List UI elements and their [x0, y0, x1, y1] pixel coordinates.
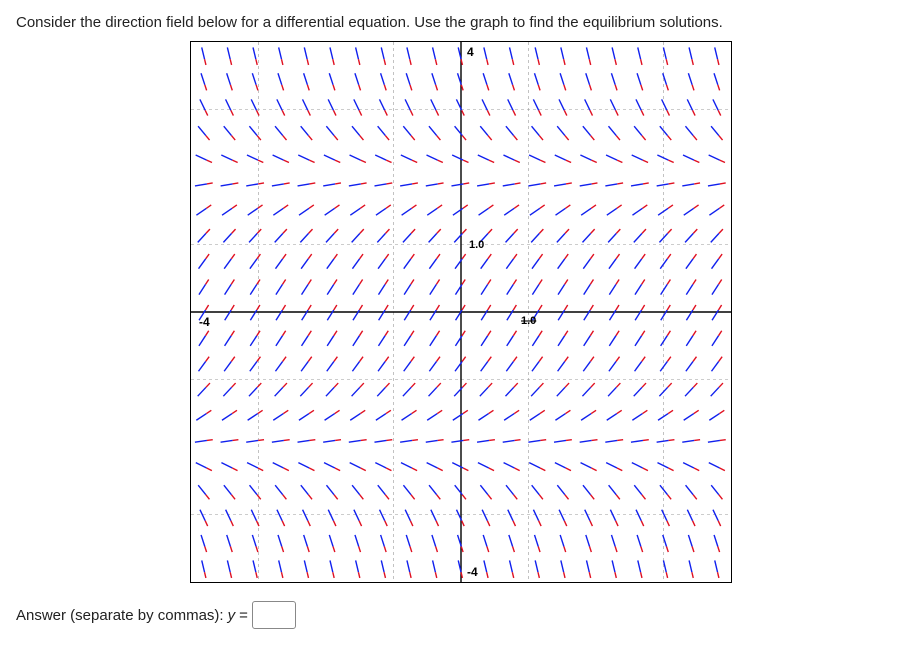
tick-label-1-0-y: 1.0 [469, 239, 484, 251]
answer-label: Answer (separate by commas): [16, 607, 224, 624]
answer-input[interactable] [252, 601, 296, 629]
answer-equals: = [239, 607, 248, 624]
direction-field-svg: -4 4 -4 1.0 1.0 [191, 42, 731, 582]
answer-variable: y [228, 607, 236, 624]
graph-container: -4 4 -4 1.0 1.0 [16, 41, 906, 583]
tick-label-1-0-x: 1.0 [521, 315, 536, 327]
y-axis-top-label: 4 [467, 45, 474, 59]
answer-row: Answer (separate by commas): y = [16, 601, 906, 629]
direction-field-graph: -4 4 -4 1.0 1.0 [190, 41, 732, 583]
question-text: Consider the direction field below for a… [16, 12, 906, 33]
x-axis-left-label: -4 [199, 315, 210, 329]
y-axis-bottom-label: -4 [467, 565, 478, 579]
